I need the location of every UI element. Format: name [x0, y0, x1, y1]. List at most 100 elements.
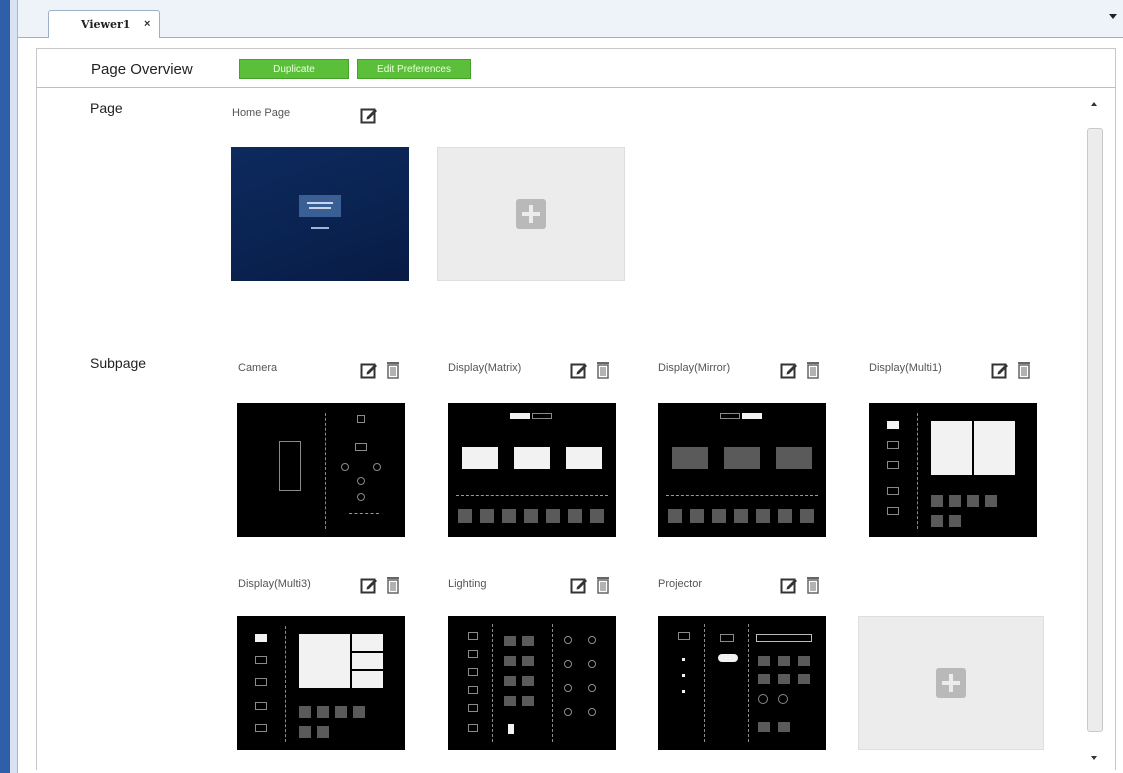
thumb-button [522, 696, 534, 706]
subpage-card-title: Projector [658, 578, 703, 590]
thumb-button [758, 656, 770, 666]
thumb-icon [678, 632, 690, 640]
edit-icon[interactable] [360, 361, 378, 379]
home-thumb-line [307, 202, 333, 204]
thumb-source [458, 509, 472, 523]
home-page-thumbnail[interactable] [231, 147, 409, 281]
scrollbar-thumb[interactable] [1087, 128, 1103, 732]
chevron-down-icon[interactable] [1109, 14, 1117, 19]
projector-thumbnail[interactable] [658, 616, 826, 750]
trash-icon[interactable] [596, 576, 610, 594]
thumb-box [355, 443, 367, 451]
trash-icon[interactable] [1017, 361, 1031, 379]
thumb-source [931, 515, 943, 527]
section-label-page: Page [90, 100, 123, 116]
display-matrix-thumbnail[interactable] [448, 403, 616, 537]
tab-bar: Viewer1 × [18, 0, 1123, 38]
edit-icon[interactable] [360, 576, 378, 594]
trash-icon[interactable] [806, 361, 820, 379]
thumb-source [949, 495, 961, 507]
thumb-icon [468, 668, 478, 676]
thumb-source [734, 509, 748, 523]
thumb-button [798, 674, 810, 684]
thumb-icon [887, 441, 899, 449]
thumb-screen [724, 447, 760, 469]
thumb-knob [758, 694, 768, 704]
thumb-button [504, 656, 516, 666]
subpage-card-title: Display(Multi1) [869, 362, 942, 374]
thumb-dot [682, 658, 685, 661]
trash-icon[interactable] [386, 361, 400, 379]
edit-icon[interactable] [570, 361, 588, 379]
subpage-card-title: Display(Mirror) [658, 362, 731, 374]
thumb-split [352, 651, 383, 653]
trash-icon[interactable] [806, 576, 820, 594]
add-page-tile[interactable] [437, 147, 625, 281]
thumb-button [522, 676, 534, 686]
thumb-bulb [588, 636, 596, 644]
edit-preferences-button[interactable]: Edit Preferences [357, 59, 471, 79]
thumb-slider [508, 724, 514, 734]
scroll-up-icon[interactable] [1091, 102, 1097, 106]
edit-icon[interactable] [991, 361, 1009, 379]
camera-thumbnail[interactable] [237, 403, 405, 537]
thumb-divider [492, 624, 493, 742]
thumb-icon [468, 724, 478, 732]
thumb-bulb [588, 684, 596, 692]
edit-icon[interactable] [360, 106, 378, 124]
thumb-source [949, 515, 961, 527]
thumb-icon [255, 724, 267, 732]
thumb-source [546, 509, 560, 523]
thumb-bulb [588, 708, 596, 716]
edit-icon[interactable] [780, 576, 798, 594]
thumb-bulb [564, 708, 572, 716]
vertical-scrollbar[interactable] [1085, 92, 1105, 768]
thumb-line [349, 513, 379, 514]
thumb-source [590, 509, 604, 523]
thumb-screen [776, 447, 812, 469]
thumb-divider [748, 624, 749, 742]
thumb-source [690, 509, 704, 523]
close-icon[interactable]: × [144, 18, 150, 30]
thumb-box [357, 477, 365, 485]
scroll-down-icon[interactable] [1091, 756, 1097, 760]
subpage-card-title: Lighting [448, 578, 487, 590]
display-multi1-thumbnail[interactable] [869, 403, 1037, 537]
tab-label: Viewer1 [81, 18, 131, 31]
thumb-source [317, 706, 329, 718]
duplicate-button[interactable]: Duplicate [239, 59, 349, 79]
thumb-source [480, 509, 494, 523]
thumb-button [504, 636, 516, 646]
thumb-source [299, 726, 311, 738]
add-subpage-tile[interactable] [858, 616, 1044, 750]
display-mirror-thumbnail[interactable] [658, 403, 826, 537]
thumb-source [502, 509, 516, 523]
thumb-split [350, 634, 352, 688]
tab-viewer1[interactable]: Viewer1 × [48, 10, 160, 38]
edit-icon[interactable] [570, 576, 588, 594]
thumb-button [778, 674, 790, 684]
trash-icon[interactable] [596, 361, 610, 379]
edit-icon[interactable] [780, 361, 798, 379]
thumb-source [931, 495, 943, 507]
thumb-icon [887, 507, 899, 515]
thumb-box [373, 463, 381, 471]
thumb-button [504, 696, 516, 706]
home-thumb-line [309, 207, 331, 209]
thumb-dot [682, 690, 685, 693]
trash-icon[interactable] [386, 576, 400, 594]
thumb-line [456, 495, 608, 496]
thumb-icon [468, 632, 478, 640]
thumb-source [967, 495, 979, 507]
left-dock-strip [0, 0, 10, 773]
display-multi3-thumbnail[interactable] [237, 616, 405, 750]
thumb-divider [704, 624, 705, 742]
thumb-divider [917, 413, 918, 529]
thumb-icon [255, 702, 267, 710]
thumb-segment [510, 413, 530, 419]
thumb-source [299, 706, 311, 718]
page-overview-header: Page Overview Duplicate Edit Preferences [36, 48, 1116, 88]
thumb-icon [720, 634, 734, 642]
left-dock-splitter[interactable] [10, 0, 18, 773]
lighting-thumbnail[interactable] [448, 616, 616, 750]
